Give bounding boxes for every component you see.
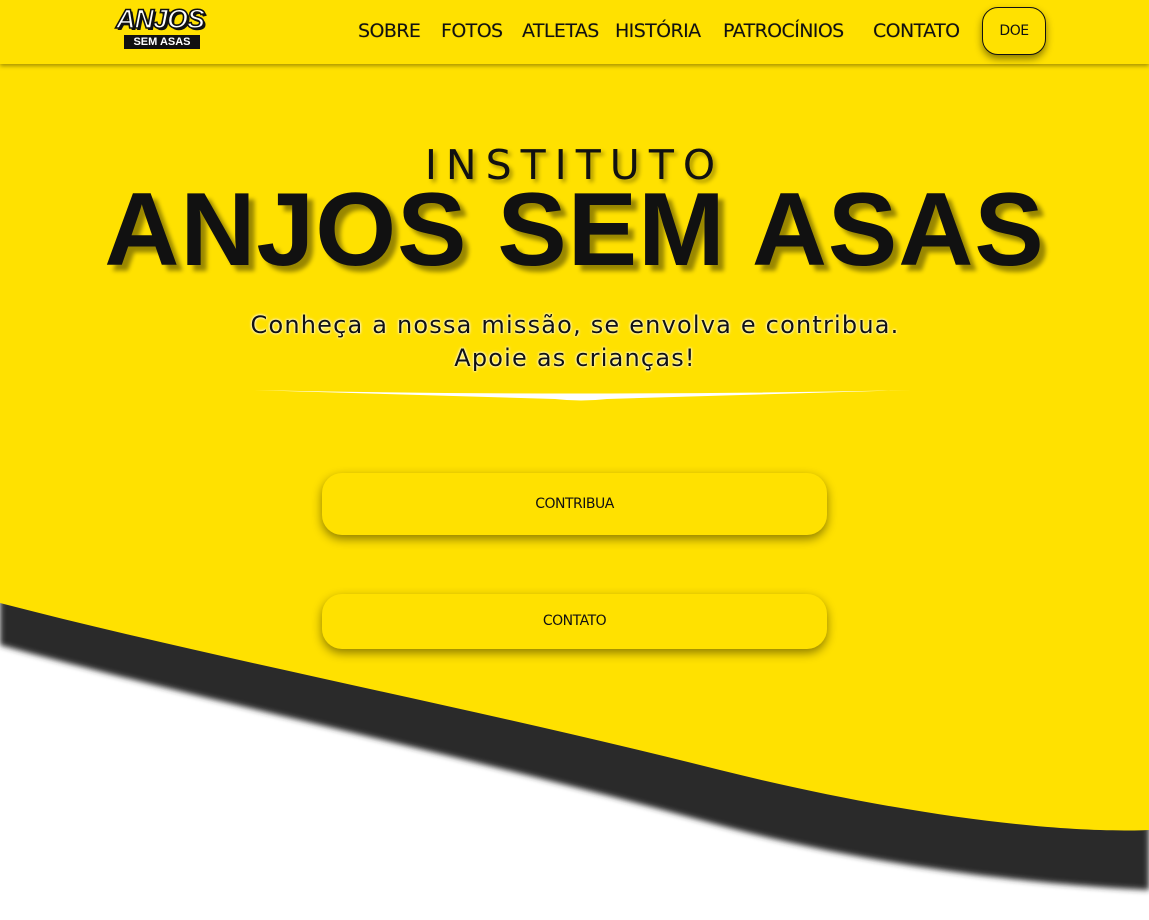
hero-background-wave bbox=[0, 0, 1149, 890]
site-header: ANJOS SEM ASAS SOBRE FOTOS ATLETAS HISTÓ… bbox=[0, 0, 1149, 64]
nav-link-sobre[interactable]: SOBRE bbox=[358, 18, 421, 44]
logo-tagline: SEM ASAS bbox=[124, 35, 200, 49]
hero-subtitle: Conheça a nossa missão, se envolva e con… bbox=[250, 311, 900, 372]
hero-divider bbox=[250, 390, 912, 401]
nav-link-historia[interactable]: HISTÓRIA bbox=[615, 18, 701, 44]
donate-button[interactable]: DOE bbox=[982, 7, 1046, 55]
nav-link-atletas[interactable]: ATLETAS bbox=[522, 18, 599, 44]
nav-link-patrocinios[interactable]: PATROCÍNIOS bbox=[723, 18, 844, 44]
wave-yellow-fill bbox=[0, 0, 1149, 831]
nav-link-contato[interactable]: CONTATO bbox=[873, 18, 960, 44]
logo-wordmark: ANJOS bbox=[115, 3, 206, 35]
contato-button[interactable]: CONTATO bbox=[322, 594, 827, 649]
page: ANJOS SEM ASAS SOBRE FOTOS ATLETAS HISTÓ… bbox=[0, 0, 1149, 920]
hero-title: ANJOS SEM ASAS bbox=[104, 172, 1045, 288]
contribua-button[interactable]: CONTRIBUA bbox=[322, 473, 827, 535]
site-logo[interactable]: ANJOS SEM ASAS bbox=[115, 3, 206, 50]
nav-link-fotos[interactable]: FOTOS bbox=[441, 18, 503, 44]
